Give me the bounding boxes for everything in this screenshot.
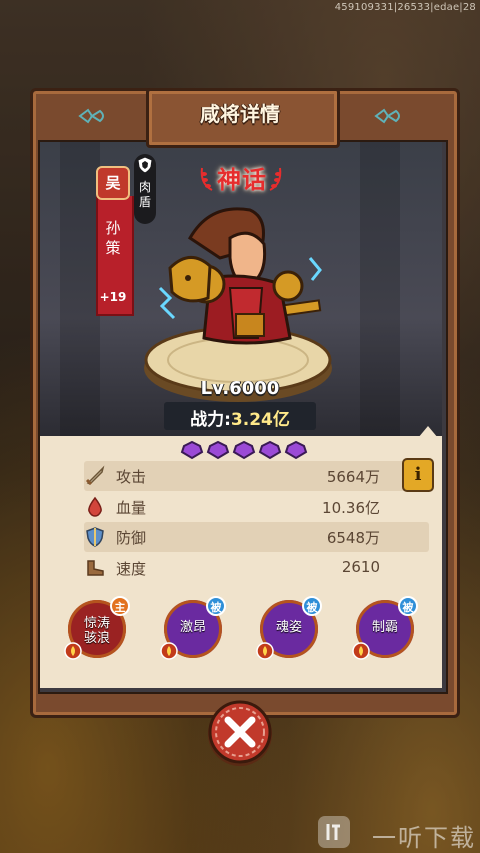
hero-character-sprite [158, 207, 322, 345]
stat-value-attack: 5664万 [326, 468, 380, 486]
blood-drop-icon [88, 496, 102, 517]
combat-power: 战力:3.24亿 [164, 405, 316, 430]
combat-power-label: 战力: [190, 410, 231, 430]
stat-value-defense: 6548万 [326, 529, 380, 547]
fish-ornament-icon [374, 108, 400, 124]
skill-name: 制霸 [371, 620, 398, 635]
stat-value-speed: 2610 [341, 558, 380, 576]
star-gem-icon [206, 440, 230, 460]
hero-level: Lv.6000 [200, 378, 280, 399]
skill-type-tag: 主 [110, 596, 130, 616]
shield-icon [86, 527, 104, 547]
sword-icon [85, 465, 105, 486]
skill-name: 激昂 [179, 620, 206, 635]
stat-value-hp: 10.36亿 [322, 499, 380, 517]
star-gem-icon [232, 440, 256, 460]
stat-label-speed: 速度 [116, 560, 147, 578]
star-rank [180, 440, 308, 462]
debug-id-text: 459109331|26533|edae|28 [334, 2, 476, 13]
skill-button[interactable]: 制霸 被 [352, 596, 418, 660]
skill-button[interactable]: 魂姿 被 [256, 596, 322, 660]
fish-ornament-icon [78, 108, 104, 124]
hero-name-text: 孙策 [105, 219, 121, 257]
hero-upgrade-plus: +19 [99, 290, 127, 304]
skill-type-tag: 被 [302, 596, 322, 616]
info-button[interactable]: i [402, 458, 434, 492]
star-gem-icon [258, 440, 282, 460]
close-button[interactable] [205, 696, 275, 768]
dialog-title: 咸将详情 [200, 102, 280, 126]
stat-label-hp: 血量 [116, 499, 147, 517]
skill-button[interactable]: 惊涛骇浪 主 [64, 596, 130, 660]
star-gem-icon [284, 440, 308, 460]
combat-power-value: 3.24亿 [230, 410, 290, 430]
bg-pillar [60, 142, 100, 436]
skill-name: 魂姿 [275, 620, 302, 635]
stat-label-defense: 防御 [116, 529, 147, 547]
flame-icon [160, 642, 178, 660]
faction-badge: 吴 [96, 166, 130, 200]
hero-name: 孙策 [96, 218, 130, 258]
skill-type-tag: 被 [206, 596, 226, 616]
flame-icon [64, 642, 82, 660]
panel-pointer [418, 426, 438, 438]
shield-icon [137, 156, 153, 174]
flame-icon [256, 642, 274, 660]
flame-icon [352, 642, 370, 660]
skill-button[interactable]: 激昂 被 [160, 596, 226, 660]
skill-type-tag: 被 [398, 596, 418, 616]
stat-label-attack: 攻击 [116, 468, 147, 486]
watermark-text: 一听下载 [372, 824, 476, 852]
boot-icon [87, 560, 104, 576]
star-gem-icon [180, 440, 204, 460]
bg-pillar [360, 142, 400, 436]
